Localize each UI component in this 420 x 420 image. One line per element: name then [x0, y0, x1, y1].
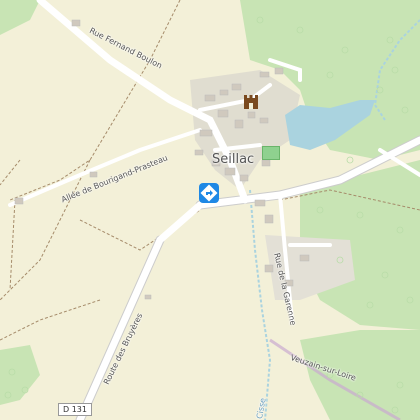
map-base	[0, 0, 420, 420]
castle-icon[interactable]	[242, 94, 260, 110]
map-canvas[interactable]: Seillac Rue Fernand Boulon Allée de Bour…	[0, 0, 420, 420]
sports-pitch-icon	[262, 146, 280, 160]
route-shield-d131: D 131	[58, 403, 92, 416]
directions-icon[interactable]	[198, 182, 220, 204]
town-label: Seillac	[212, 152, 255, 167]
